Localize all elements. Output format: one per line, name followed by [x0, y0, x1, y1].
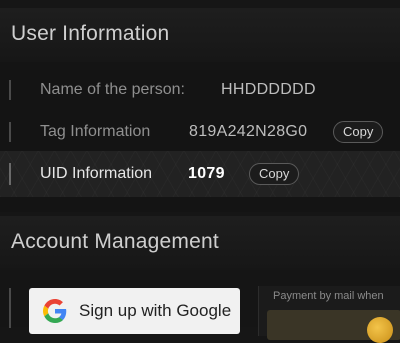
payment-by-mail-label: Payment by mail when	[273, 290, 384, 302]
google-signup-label: Sign up with Google	[79, 301, 232, 320]
account-management-header: Account Management	[0, 216, 400, 268]
name-value: HHDDDDDD	[221, 81, 316, 98]
coin-icon	[367, 317, 393, 343]
name-row: Name of the person: HHDDDDDD	[0, 70, 400, 110]
tag-value: 819A242N28G0	[189, 123, 308, 140]
google-g-icon	[43, 299, 67, 323]
google-signup-button[interactable]: Sign up with Google	[29, 288, 240, 334]
uid-value: 1079	[188, 165, 225, 182]
uid-label: UID Information	[40, 165, 153, 182]
row-indicator	[9, 288, 11, 328]
row-indicator	[9, 80, 11, 100]
row-indicator	[9, 163, 11, 185]
copy-uid-button[interactable]: Copy	[249, 163, 300, 185]
payment-by-mail-card[interactable]: Payment by mail when	[258, 286, 400, 343]
copy-tag-button[interactable]: Copy	[333, 121, 384, 143]
uid-row: UID Information 1079 Copy	[0, 151, 400, 197]
account-management-title: Account Management	[11, 230, 219, 253]
row-indicator	[9, 122, 11, 142]
user-information-title: User Information	[11, 22, 170, 45]
tag-row: Tag Information 819A242N28G0 Copy	[0, 112, 400, 152]
name-label: Name of the person:	[40, 81, 185, 98]
tag-label: Tag Information	[40, 123, 151, 140]
user-information-header: User Information	[0, 8, 400, 60]
